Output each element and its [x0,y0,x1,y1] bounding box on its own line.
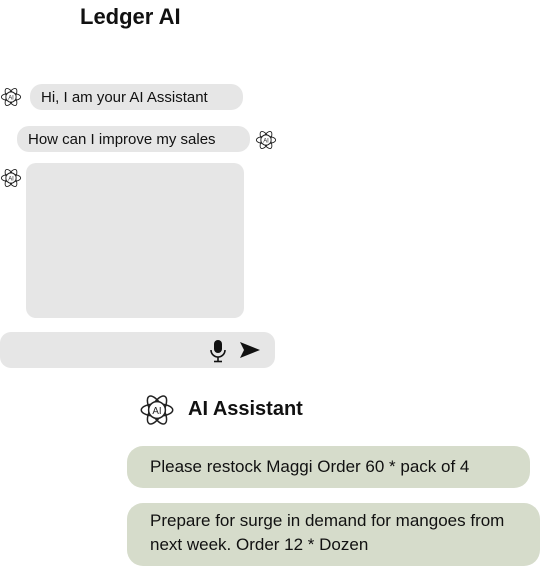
suggestion-text: Please restock Maggi Order 60 * pack of … [150,457,470,476]
microphone-icon[interactable] [208,339,228,363]
ai-atom-icon [0,167,22,189]
suggestion-text: Prepare for surge in demand for mangoes … [150,511,505,554]
user-message-text: How can I improve my sales [28,130,216,148]
user-message-bubble: How can I improve my sales [17,126,250,152]
suggestion-card[interactable]: Please restock Maggi Order 60 * pack of … [127,446,530,488]
ai-atom-icon [0,86,22,108]
assistant-title: AI Assistant [188,398,303,420]
chat-input-bar [0,332,275,368]
app-title: Ledger AI [80,4,181,29]
ai-greeting-bubble: Hi, I am your AI Assistant [30,84,243,110]
suggestion-card[interactable]: Prepare for surge in demand for mangoes … [127,503,540,566]
ai-response-bubble [26,163,244,318]
chat-input[interactable] [8,338,202,364]
send-icon[interactable] [239,341,261,359]
ai-atom-icon [139,392,175,428]
ai-atom-icon [255,129,277,151]
ai-greeting-text: Hi, I am your AI Assistant [41,88,208,106]
